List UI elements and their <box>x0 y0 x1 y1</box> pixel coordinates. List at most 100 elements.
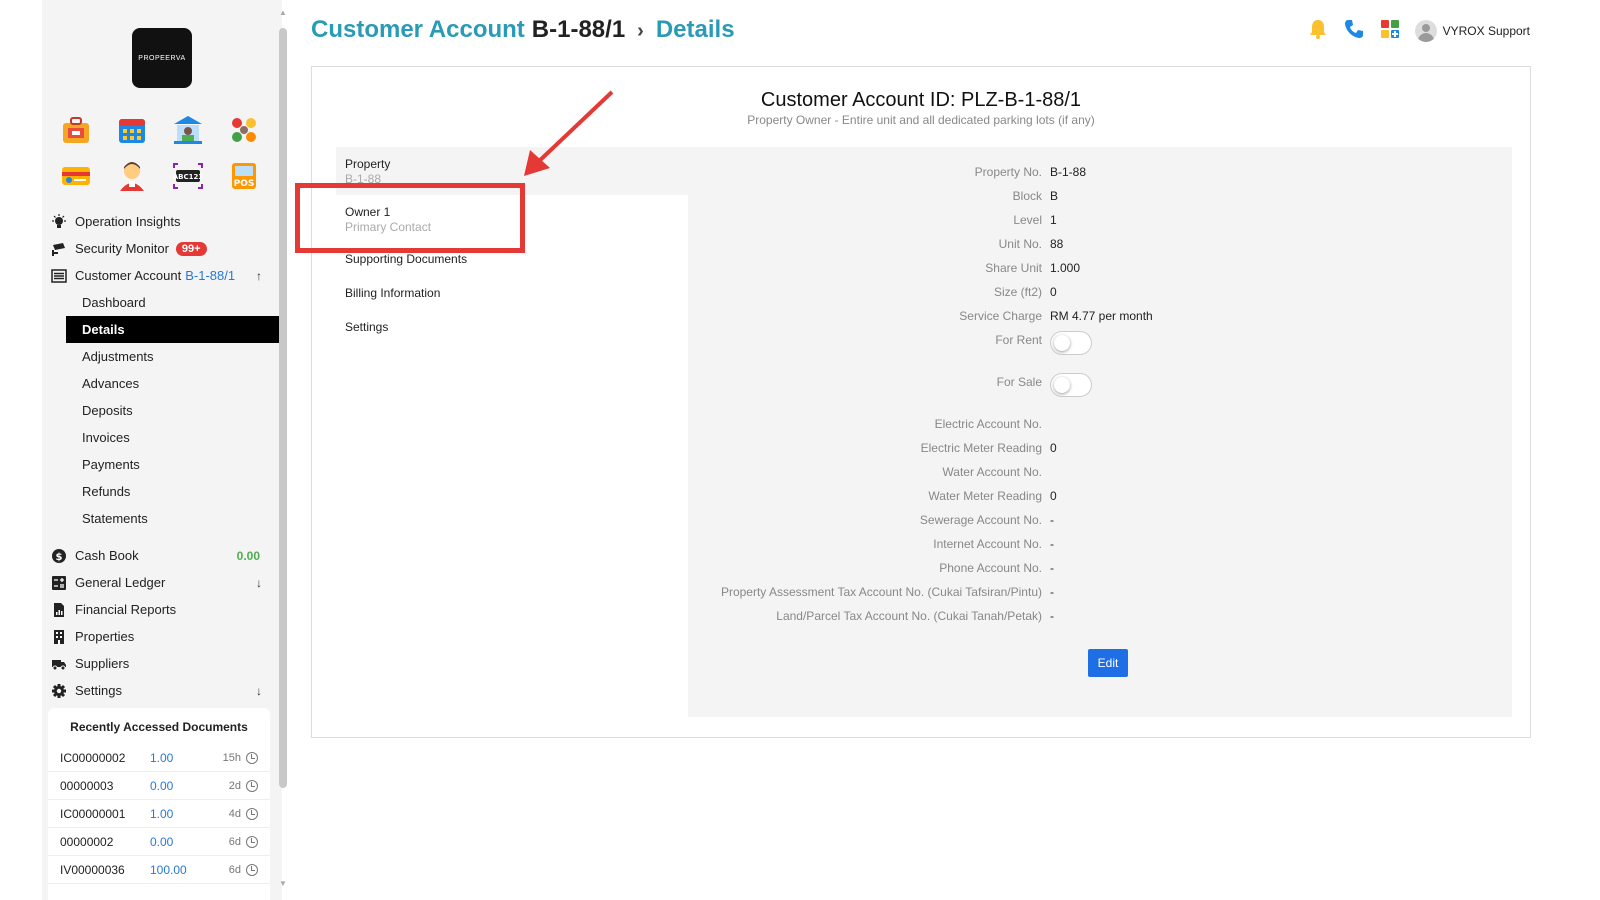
submenu-statements[interactable]: Statements <box>66 505 282 532</box>
submenu-details[interactable]: Details <box>66 316 282 343</box>
annotation-arrow-icon <box>524 90 614 176</box>
breadcrumb-account-id: B-1-88/1 <box>531 16 626 43</box>
dollar-coin-icon: $ <box>50 547 68 565</box>
document-amount[interactable]: 0.00 <box>150 779 220 793</box>
field-value: - <box>1050 513 1054 527</box>
user-name[interactable]: VYROX Support <box>1443 24 1530 38</box>
scrollbar-thumb[interactable] <box>279 28 287 788</box>
expand-arrow-icon[interactable]: ↓ <box>256 576 262 590</box>
pos-icon[interactable]: POS <box>226 158 262 194</box>
field-assessment-tax: Property Assessment Tax Account No. (Cuk… <box>688 585 1512 607</box>
sidebar-item-general-ledger[interactable]: General Ledger ↓ <box>42 569 282 596</box>
sidebar-item-label: Operation Insights <box>75 214 181 229</box>
field-label: Level <box>1013 213 1042 227</box>
field-value: RM 4.77 per month <box>1050 309 1153 323</box>
building-icon <box>50 628 68 646</box>
header-actions: VYROX Support <box>1307 18 1530 43</box>
people-icon[interactable] <box>226 112 262 148</box>
document-age: 15h <box>222 751 241 764</box>
sidebar-item-cash-book[interactable]: $ Cash Book 0.00 <box>42 542 282 569</box>
field-size: Size (ft2) 0 <box>688 285 1512 307</box>
clock-icon <box>246 751 258 764</box>
field-value: - <box>1050 585 1054 599</box>
customer-account-card: Customer Account ID: PLZ-B-1-88/1 Proper… <box>311 66 1531 738</box>
field-share-unit: Share Unit 1.000 <box>688 261 1512 283</box>
field-electric-account: Electric Account No. <box>688 417 1512 439</box>
ticket-icon[interactable] <box>58 158 94 194</box>
breadcrumb-details: Details <box>655 16 735 43</box>
document-age: 2d <box>228 779 241 792</box>
field-label: Unit No. <box>998 237 1042 251</box>
field-level: Level 1 <box>688 213 1512 235</box>
expand-arrow-icon[interactable]: ↓ <box>256 684 262 698</box>
scroll-up-arrow-icon[interactable]: ▲ <box>279 8 287 17</box>
page-title: Customer Account B-1-88/1 › Details <box>311 16 735 44</box>
sidebar-item-customer-account[interactable]: Customer Account B-1-88/1 ↑ <box>42 262 282 289</box>
sidebar-scrollbar[interactable]: ▲ ▼ <box>279 8 287 888</box>
field-label: Size (ft2) <box>993 285 1042 299</box>
app-logo[interactable]: PROPEERVA <box>132 28 192 88</box>
recent-document-row[interactable]: IC00000001 1.00 4d <box>48 800 270 828</box>
recent-documents-title: Recently Accessed Documents <box>70 720 248 734</box>
field-for-sale: For Sale <box>688 373 1512 411</box>
sidebar-item-label: Security Monitor <box>75 241 169 256</box>
field-label: Share Unit <box>985 261 1042 275</box>
recent-document-row[interactable]: 00000003 0.00 2d <box>48 772 270 800</box>
submenu-advances[interactable]: Advances <box>66 370 282 397</box>
user-face-icon[interactable] <box>114 158 150 194</box>
recent-document-row[interactable]: 00000002 0.00 6d <box>48 828 270 856</box>
recent-document-row[interactable]: IC00000002 1.00 15h <box>48 744 270 772</box>
field-label: Sewerage Account No. <box>919 513 1042 527</box>
document-amount[interactable]: 0.00 <box>150 835 220 849</box>
submenu-dashboard[interactable]: Dashboard <box>66 289 282 316</box>
field-value: - <box>1050 561 1054 575</box>
cctv-icon <box>50 240 68 258</box>
sidebar-item-label: Customer Account <box>75 268 182 283</box>
tab-billing-information[interactable]: Billing Information <box>336 277 688 311</box>
sidebar-item-financial-reports[interactable]: Financial Reports <box>42 596 282 623</box>
submenu-refunds[interactable]: Refunds <box>66 478 282 505</box>
submenu-payments[interactable]: Payments <box>66 451 282 478</box>
breadcrumb-customer-account[interactable]: Customer Account <box>311 16 525 43</box>
collapse-arrow-icon[interactable]: ↑ <box>256 269 262 283</box>
sidebar-item-operation-insights[interactable]: Operation Insights <box>42 208 282 235</box>
document-amount[interactable]: 100.00 <box>150 863 220 877</box>
document-age: 6d <box>228 835 241 848</box>
tab-settings[interactable]: Settings <box>336 311 688 345</box>
phone-icon[interactable] <box>1343 18 1365 43</box>
document-code: 00000003 <box>60 778 114 793</box>
edit-button[interactable]: Edit <box>1088 649 1128 677</box>
field-label: Service Charge <box>959 309 1042 323</box>
document-amount[interactable]: 1.00 <box>150 751 220 765</box>
for-sale-toggle[interactable] <box>1050 373 1092 397</box>
submenu-invoices[interactable]: Invoices <box>66 424 282 451</box>
bank-icon[interactable] <box>170 112 206 148</box>
briefcase-icon[interactable] <box>58 112 94 148</box>
sidebar-item-suppliers[interactable]: Suppliers <box>42 650 282 677</box>
clock-icon <box>246 835 258 848</box>
field-label: Property No. <box>974 165 1042 179</box>
ledger-icon <box>50 574 68 592</box>
submenu-adjustments[interactable]: Adjustments <box>66 343 282 370</box>
field-electric-meter: Electric Meter Reading 0 <box>688 441 1512 463</box>
field-for-rent: For Rent <box>688 331 1512 369</box>
scroll-down-arrow-icon[interactable]: ▼ <box>279 879 287 888</box>
field-value: - <box>1050 537 1054 551</box>
sidebar-item-properties[interactable]: Properties <box>42 623 282 650</box>
sidebar-item-security-monitor[interactable]: Security Monitor 99+ <box>42 235 282 262</box>
document-amount[interactable]: 1.00 <box>150 807 220 821</box>
field-sewerage-account: Sewerage Account No. - <box>688 513 1512 535</box>
sidebar-item-settings[interactable]: Settings ↓ <box>42 677 282 704</box>
submenu-deposits[interactable]: Deposits <box>66 397 282 424</box>
bell-icon[interactable] <box>1307 18 1329 43</box>
abc123-icon[interactable]: ABC123 <box>170 158 206 194</box>
field-label: Phone Account No. <box>939 561 1042 575</box>
customer-account-submenu: Dashboard Details Adjustments Advances D… <box>42 289 282 532</box>
calendar-icon[interactable] <box>114 112 150 148</box>
field-value: 88 <box>1050 237 1064 251</box>
apps-grid-icon[interactable] <box>1379 18 1401 43</box>
user-avatar[interactable] <box>1414 19 1437 42</box>
account-id-link[interactable]: B-1-88/1 <box>185 268 235 283</box>
for-rent-toggle[interactable] <box>1050 331 1092 355</box>
recent-document-row[interactable]: IV00000036 100.00 6d <box>48 856 270 884</box>
